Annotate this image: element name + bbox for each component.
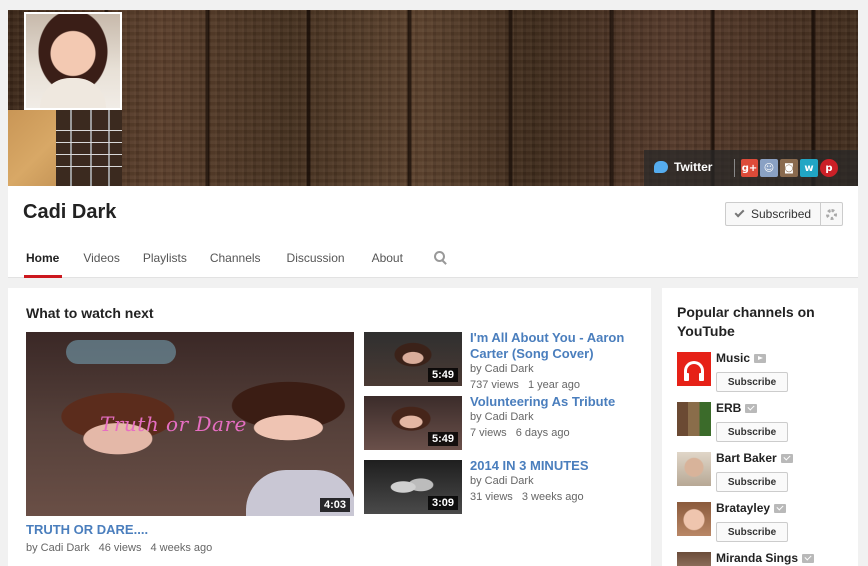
tab-channels[interactable]: Channels xyxy=(210,246,261,278)
video-author: by Cadi Dark xyxy=(470,411,534,423)
section-title: What to watch next xyxy=(26,305,154,321)
tab-videos[interactable]: Videos xyxy=(83,246,119,278)
channel-avatar[interactable] xyxy=(677,452,711,486)
gear-icon xyxy=(826,208,837,220)
channel-avatar[interactable] xyxy=(677,502,711,536)
channel-tabs: Home Videos Playlists Channels Discussio… xyxy=(24,246,448,278)
tab-playlists[interactable]: Playlists xyxy=(143,246,187,278)
list-item[interactable]: 3:09 2014 IN 3 MINUTES by Cadi Dark 31 v… xyxy=(364,458,644,520)
channel-avatar[interactable] xyxy=(677,352,711,386)
channel-name: Cadi Dark xyxy=(23,201,117,223)
video-thumbnail[interactable]: 5:49 xyxy=(364,332,462,386)
video-title[interactable]: I'm All About You - Aaron Carter (Song C… xyxy=(470,330,640,362)
wattpad-icon[interactable]: w xyxy=(800,159,818,177)
channel-name[interactable]: Music xyxy=(716,351,750,365)
main-content: What to watch next Truth or Dare 4:03 TR… xyxy=(8,288,651,566)
subscribe-button[interactable]: Subscribe xyxy=(716,372,788,392)
channel-avatar[interactable] xyxy=(677,552,711,566)
channel-banner: Twitter g+ ☺ ◙ w p xyxy=(8,10,858,186)
video-meta: 737 views 1 year ago xyxy=(470,379,580,391)
twitter-link[interactable]: Twitter xyxy=(654,160,712,174)
featured-video-thumbnail[interactable]: Truth or Dare 4:03 xyxy=(26,332,354,516)
check-icon xyxy=(734,207,745,218)
channel-item-bart-baker: Bart Baker Subscribe xyxy=(677,451,847,494)
twitter-icon xyxy=(654,161,668,173)
channel-name[interactable]: Bart Baker xyxy=(716,451,777,465)
channel-item-bratayley: Bratayley Subscribe xyxy=(677,501,847,544)
video-meta: 31 views 3 weeks ago xyxy=(470,491,584,503)
social-links-bar: Twitter g+ ☺ ◙ w p xyxy=(644,150,858,186)
photo-icon[interactable]: ☺ xyxy=(760,159,778,177)
verified-icon xyxy=(780,453,793,463)
video-title[interactable]: 2014 IN 3 MINUTES xyxy=(470,458,640,474)
channel-item-erb: ERB Subscribe xyxy=(677,401,847,444)
list-item[interactable]: 5:49 I'm All About You - Aaron Carter (S… xyxy=(364,330,644,392)
verified-icon xyxy=(774,503,787,513)
verified-icon xyxy=(745,403,758,413)
search-icon[interactable] xyxy=(433,251,448,265)
tab-about[interactable]: About xyxy=(372,246,403,278)
sidebar-title: Popular channels on YouTube xyxy=(677,304,815,339)
video-author: by Cadi Dark xyxy=(470,475,534,487)
subscribe-button[interactable]: Subscribe xyxy=(716,422,788,442)
channel-name[interactable]: ERB xyxy=(716,401,741,415)
subscribe-button[interactable]: Subscribe xyxy=(716,472,788,492)
subscription-settings-button[interactable] xyxy=(820,202,843,226)
pinterest-icon[interactable]: p xyxy=(820,159,838,177)
channel-item-miranda-sings: Miranda Sings xyxy=(677,551,847,566)
video-meta: 7 views 6 days ago xyxy=(470,427,570,439)
tab-home[interactable]: Home xyxy=(24,246,63,278)
featured-video-meta: by Cadi Dark 46 views 4 weeks ago xyxy=(26,542,213,554)
list-item[interactable]: 5:49 Volunteering As Tribute by Cadi Dar… xyxy=(364,394,644,456)
channel-name[interactable]: Bratayley xyxy=(716,501,770,515)
popular-channels-panel: Popular channels on YouTube Music Subscr… xyxy=(662,288,858,566)
channel-avatar[interactable] xyxy=(24,12,122,110)
headphones-icon xyxy=(684,361,704,381)
google-plus-icon[interactable]: g+ xyxy=(741,159,758,177)
channel-header: Twitter g+ ☺ ◙ w p Cadi Dark Subscribed … xyxy=(8,10,858,278)
youtube-badge-icon xyxy=(754,353,767,363)
channel-avatar[interactable] xyxy=(677,402,711,436)
video-title[interactable]: Volunteering As Tribute xyxy=(470,394,640,410)
subscribed-button[interactable]: Subscribed xyxy=(725,202,821,226)
featured-video-title[interactable]: TRUTH OR DARE.... xyxy=(26,522,148,537)
channel-item-music: Music Subscribe xyxy=(677,351,847,394)
channel-name[interactable]: Miranda Sings xyxy=(716,551,798,565)
video-thumbnail[interactable]: 5:49 xyxy=(364,396,462,450)
video-duration: 4:03 xyxy=(319,498,350,512)
video-duration: 5:49 xyxy=(427,368,458,382)
verified-icon xyxy=(802,553,815,563)
video-duration: 5:49 xyxy=(427,432,458,446)
thumbnail-overlay-text: Truth or Dare xyxy=(100,412,247,436)
guitar-art xyxy=(8,110,122,186)
video-duration: 3:09 xyxy=(427,496,458,510)
tab-discussion[interactable]: Discussion xyxy=(287,246,345,278)
video-thumbnail[interactable]: 3:09 xyxy=(364,460,462,514)
subscribe-button[interactable]: Subscribe xyxy=(716,522,788,542)
instagram-icon[interactable]: ◙ xyxy=(780,159,798,177)
video-author: by Cadi Dark xyxy=(470,363,534,375)
